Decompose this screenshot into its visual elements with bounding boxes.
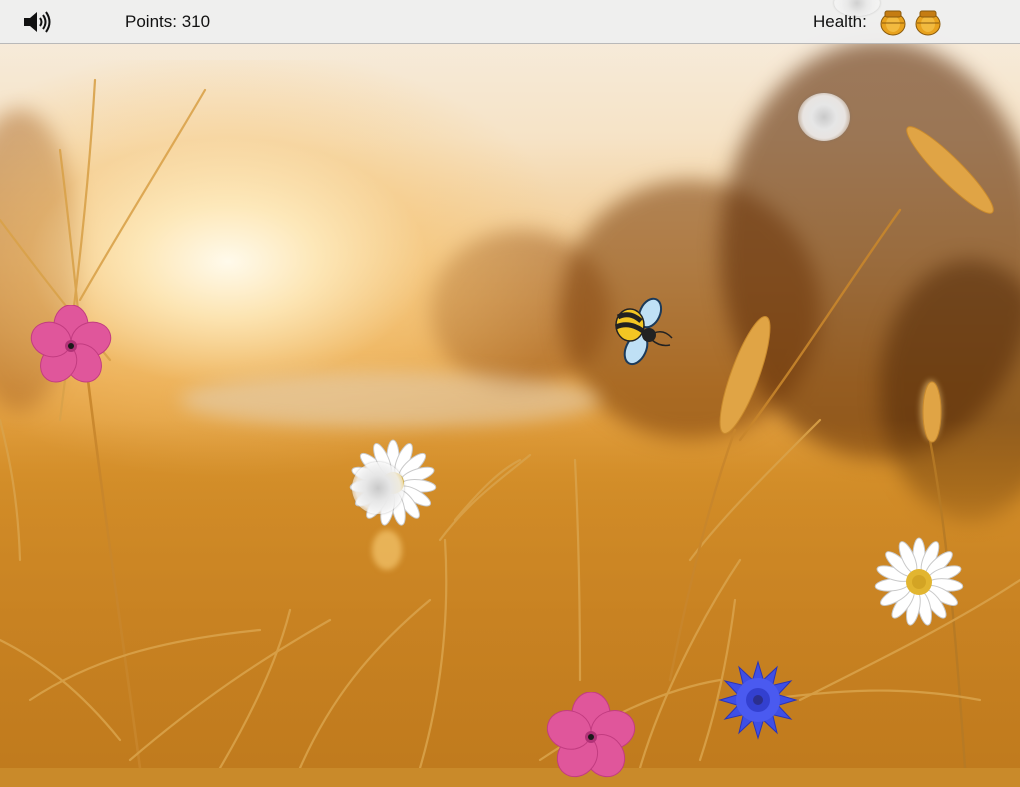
meadow-background — [0, 0, 1020, 768]
blue-cornflower[interactable] — [716, 658, 800, 747]
dandelion[interactable] — [352, 462, 404, 514]
speaker-icon[interactable] — [22, 9, 52, 35]
dandelion[interactable] — [798, 93, 850, 141]
daisy[interactable] — [873, 536, 965, 633]
points-label: Points: — [125, 12, 177, 31]
pink-flower[interactable] — [30, 304, 112, 392]
honey-pot-icon — [915, 8, 941, 36]
bee-player[interactable] — [608, 295, 678, 375]
points-value: 310 — [181, 12, 211, 31]
pink-flower[interactable] — [546, 691, 636, 787]
points-display: Points: 310 — [125, 12, 210, 32]
honey-pot-icon — [880, 8, 906, 36]
grass-stems — [0, 78, 1020, 768]
